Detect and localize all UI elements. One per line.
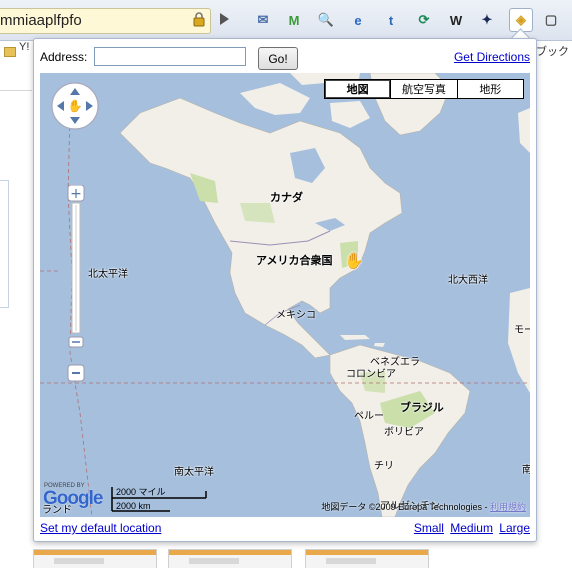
label-mexico: メキシコ	[276, 310, 316, 321]
maps-popup: Address: Go! Get Directions 地図 航空写真 地形 ✋…	[33, 38, 537, 542]
label-bolivia: ボリビア	[384, 427, 424, 438]
map-type-control: 地図 航空写真 地形	[324, 79, 524, 99]
svg-text:✋: ✋	[68, 99, 83, 113]
size-large-link[interactable]: Large	[499, 521, 530, 535]
sync-icon[interactable]: ⟳	[414, 10, 434, 30]
search-icon[interactable]: 🔍	[316, 10, 336, 30]
thumbnail[interactable]	[168, 549, 292, 568]
google-logo: POWERED BY Google	[43, 483, 103, 509]
svg-text:+: +	[70, 186, 82, 202]
bookmark-right[interactable]: ブック	[536, 43, 569, 59]
scale-km: 2000 km	[116, 501, 151, 511]
map-type-map[interactable]: 地図	[325, 80, 390, 98]
map-view[interactable]: 地図 航空写真 地形 ✋ + カナダ アメリカ合衆国 メキシコ 北太平洋 北大西…	[40, 73, 530, 517]
label-north-pacific: 北太平洋	[88, 269, 128, 280]
map-type-terrain[interactable]: 地形	[456, 80, 523, 98]
folder-icon	[4, 47, 16, 57]
address-bar[interactable]: mmiaaplfpfo	[0, 8, 211, 34]
page-menu-icon[interactable]: ▢	[541, 10, 561, 30]
map-type-satellite[interactable]: 航空写真	[390, 80, 456, 98]
label-brazil: ブラジル	[400, 402, 444, 414]
get-directions-link[interactable]: Get Directions	[454, 50, 530, 64]
wikipedia-icon[interactable]: W	[446, 10, 466, 30]
terms-link[interactable]: 利用規約	[490, 502, 526, 512]
label-south-pacific: 南太平洋	[174, 467, 214, 478]
map-attribution: 地図データ ©2009 Europa Technologies - 利用規約	[321, 502, 526, 512]
thumbnail[interactable]	[305, 549, 429, 568]
lock-icon	[193, 12, 205, 27]
label-chile: チリ	[374, 461, 394, 472]
divider	[0, 90, 32, 91]
label-usa: アメリカ合衆国	[256, 255, 333, 267]
label-edge-right-low: 南	[522, 465, 530, 476]
hand-cursor-icon: ✋	[344, 251, 364, 270]
label-canada: カナダ	[270, 192, 303, 204]
label-colombia: コロンビア	[346, 369, 396, 380]
label-edge-right-mid: モー	[514, 325, 530, 336]
scale-miles: 2000 マイル	[116, 487, 166, 497]
pan-control[interactable]: ✋	[50, 81, 100, 131]
thumbnail[interactable]	[33, 549, 157, 568]
set-default-location-link[interactable]: Set my default location	[40, 521, 161, 535]
size-small-link[interactable]: Small	[414, 521, 444, 535]
mail-icon[interactable]: ✉	[253, 10, 273, 30]
address-bar-url[interactable]: mmiaaplfpfo	[0, 12, 82, 29]
label-north-atlantic: 北大西洋	[448, 275, 488, 286]
gmail-icon[interactable]: M	[284, 10, 304, 30]
map-scale: 2000 マイル 2000 km	[110, 485, 210, 513]
go-arrow-icon[interactable]	[220, 13, 229, 25]
ie-icon[interactable]: e	[348, 10, 368, 30]
size-links: Small Medium Large	[411, 521, 530, 535]
size-medium-link[interactable]: Medium	[450, 521, 493, 535]
puzzle-icon[interactable]: ✦	[477, 10, 497, 30]
address-label: Address:	[40, 50, 88, 64]
address-input[interactable]	[94, 47, 246, 66]
tumblr-icon[interactable]: t	[381, 10, 401, 30]
browser-toolbar: mmiaaplfpfo ✉ M 🔍 e t ⟳ W ✦ ◈ ▢	[0, 0, 572, 41]
zoom-slider[interactable]: +	[66, 185, 86, 385]
page-side-panel	[0, 180, 9, 308]
go-button[interactable]: Go!	[258, 47, 298, 70]
map-base	[40, 73, 530, 517]
label-peru: ペルー	[354, 411, 384, 422]
